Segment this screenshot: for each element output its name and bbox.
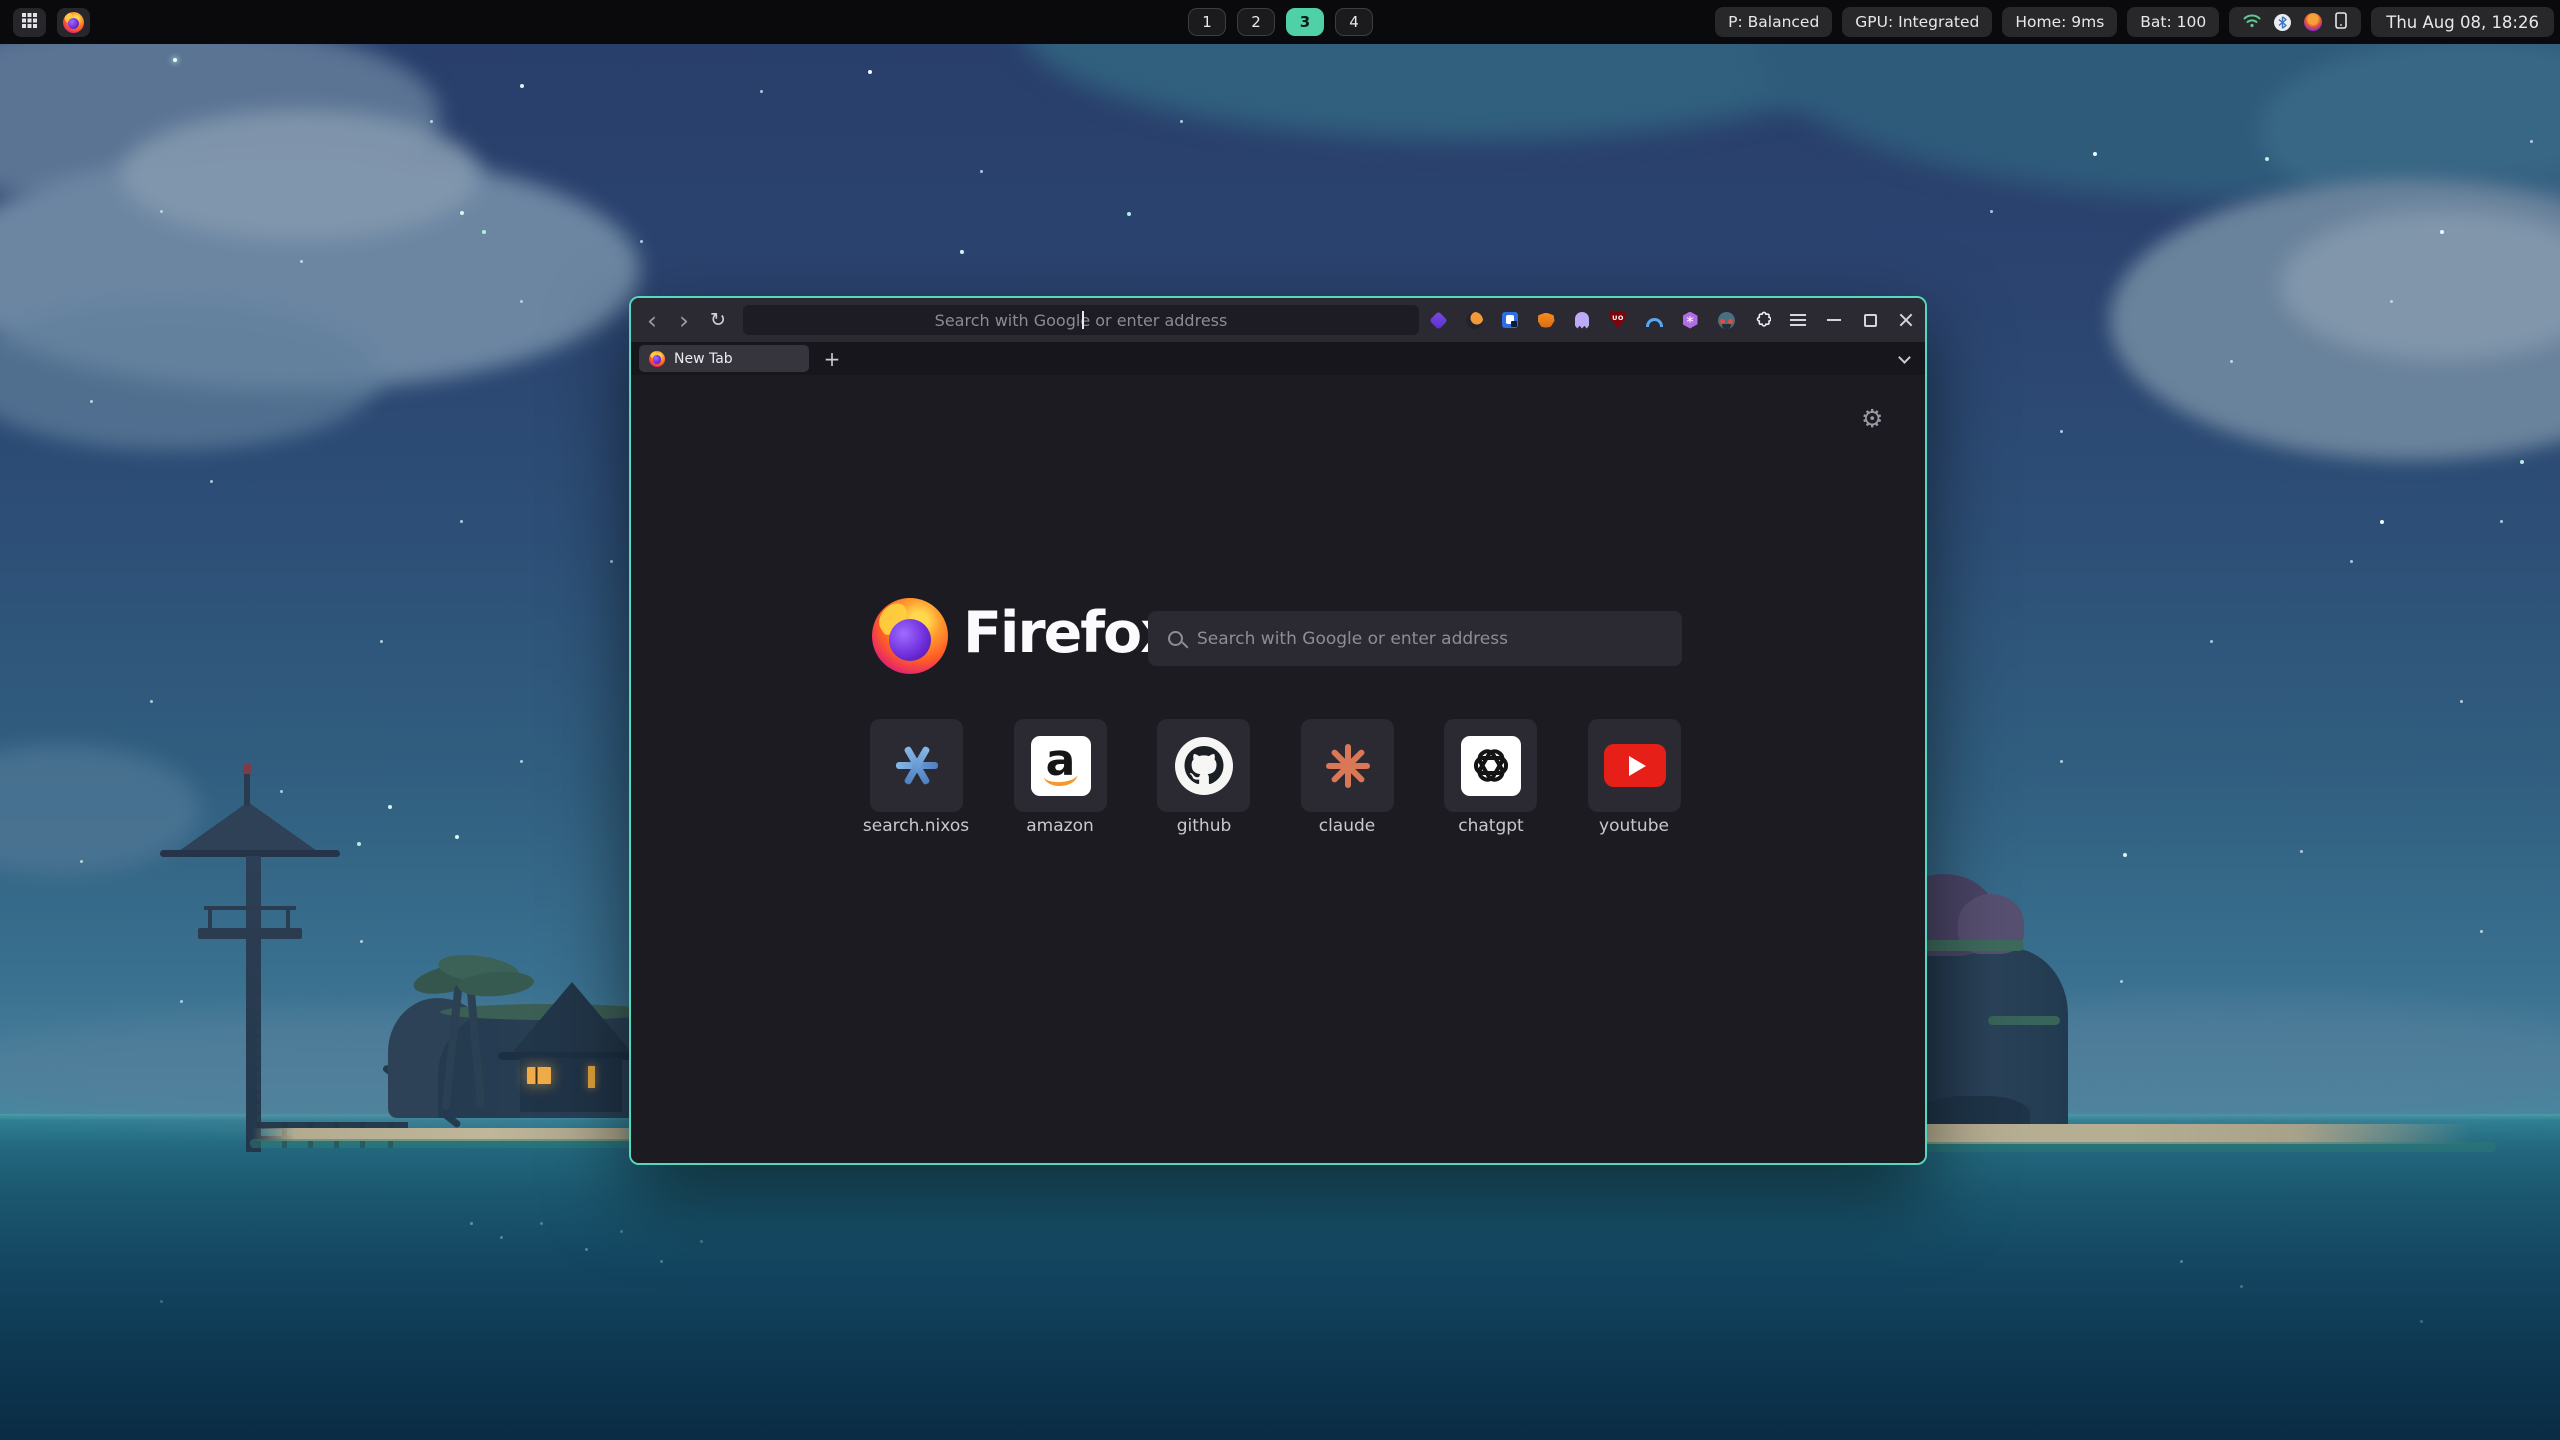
watchtower-ladder bbox=[257, 939, 260, 1145]
forward-button[interactable]: › bbox=[671, 298, 697, 342]
user-agent-extension-icon[interactable] bbox=[1717, 311, 1735, 329]
openai-knot-icon bbox=[1461, 736, 1521, 796]
firefox-icon bbox=[63, 12, 84, 33]
amazon-icon: a bbox=[1031, 736, 1091, 796]
watchtower-rail bbox=[204, 906, 296, 910]
shortcut-tile-chatgpt[interactable] bbox=[1444, 719, 1537, 812]
new-tab-page bbox=[631, 375, 1925, 1163]
bluetooth-icon[interactable] bbox=[2274, 14, 2291, 31]
media-flame-icon[interactable] bbox=[2304, 13, 2322, 31]
minimize-button[interactable] bbox=[1825, 311, 1843, 329]
newtab-search-input[interactable]: Search with Google or enter address bbox=[1148, 611, 1682, 666]
shortcut-tile-claude[interactable] bbox=[1301, 719, 1394, 812]
system-tray bbox=[2229, 7, 2361, 37]
watchtower-finial bbox=[244, 772, 250, 806]
firefox-window: ‹ › ↻ Search with Google or enter addres… bbox=[629, 296, 1927, 1165]
shore-water bbox=[1896, 1142, 2496, 1152]
shortcut-label: search.nixos bbox=[841, 816, 991, 836]
battery-pill[interactable]: Bat: 100 bbox=[2127, 7, 2219, 37]
gem-extension-icon[interactable] bbox=[1429, 311, 1447, 329]
github-octocat-icon bbox=[1175, 737, 1233, 795]
hut-roof bbox=[506, 982, 638, 1060]
ghostery-extension-icon[interactable] bbox=[1573, 311, 1591, 329]
water-sparkles bbox=[470, 1222, 473, 1225]
cloud bbox=[120, 110, 480, 240]
app-grid-icon bbox=[22, 13, 37, 32]
ublock-origin-extension-icon[interactable]: UO bbox=[1609, 311, 1627, 329]
url-bar-placeholder: Search with Google or enter address bbox=[935, 311, 1228, 330]
claude-starburst-icon bbox=[1324, 742, 1372, 790]
list-all-tabs-chevron-icon[interactable] bbox=[1898, 351, 1911, 364]
watchtower-rail-post bbox=[286, 906, 290, 928]
tab-favicon-firefox bbox=[649, 351, 665, 367]
toolbar-buttons: UO * bbox=[1429, 298, 1915, 342]
search-icon bbox=[1168, 631, 1183, 646]
newtab-search-placeholder: Search with Google or enter address bbox=[1197, 629, 1508, 649]
watchtower-roof bbox=[172, 802, 324, 856]
phone-icon[interactable] bbox=[2335, 12, 2347, 33]
shortcut-tile-github[interactable] bbox=[1157, 719, 1250, 812]
password-manager-extension-icon[interactable] bbox=[1501, 311, 1519, 329]
shortcut-label: github bbox=[1129, 816, 1279, 836]
hut-window-glow bbox=[588, 1066, 595, 1088]
cliff-grass-ledge bbox=[1988, 1016, 2060, 1025]
shortcut-label: youtube bbox=[1559, 816, 1709, 836]
tab-title: New Tab bbox=[674, 351, 733, 367]
watchtower-platform bbox=[198, 928, 302, 939]
vpn-extension-icon[interactable] bbox=[1645, 311, 1663, 329]
wifi-icon[interactable] bbox=[2243, 13, 2261, 32]
beach-sand bbox=[1896, 1124, 2471, 1144]
metamask-extension-icon[interactable] bbox=[1537, 311, 1555, 329]
text-caret bbox=[1082, 311, 1084, 329]
workspace-button-3-active[interactable]: 3 bbox=[1286, 8, 1324, 36]
close-button[interactable] bbox=[1897, 311, 1915, 329]
reload-button[interactable]: ↻ bbox=[705, 298, 731, 342]
nixos-snowflake-icon bbox=[893, 742, 941, 790]
extensions-puzzle-icon[interactable] bbox=[1753, 311, 1771, 329]
tab-bar: New Tab + bbox=[631, 342, 1925, 375]
desktop: 1 2 3 4 P: Balanced GPU: Integrated Home… bbox=[0, 0, 2560, 1440]
watchtower-finial-tip bbox=[243, 763, 251, 774]
app-launcher-button[interactable] bbox=[13, 8, 46, 37]
firefox-launcher-button[interactable] bbox=[57, 8, 90, 37]
workspace-switcher: 1 2 3 4 bbox=[1188, 8, 1373, 36]
stars bbox=[430, 120, 433, 123]
firefox-wordmark: Firefox bbox=[963, 600, 1175, 666]
workspace-button-4[interactable]: 4 bbox=[1335, 8, 1373, 36]
ping-pill[interactable]: Home: 9ms bbox=[2002, 7, 2117, 37]
workspace-button-2[interactable]: 2 bbox=[1237, 8, 1275, 36]
maximize-button[interactable] bbox=[1861, 311, 1879, 329]
gpu-mode-pill[interactable]: GPU: Integrated bbox=[1842, 7, 1992, 37]
shortcut-tile-youtube[interactable] bbox=[1588, 719, 1681, 812]
back-button[interactable]: ‹ bbox=[639, 298, 665, 342]
watchtower-rail-post bbox=[208, 906, 212, 928]
dark-reader-extension-icon[interactable] bbox=[1465, 311, 1483, 329]
clock[interactable]: Thu Aug 08, 18:26 bbox=[2371, 7, 2554, 37]
shortcut-label: chatgpt bbox=[1416, 816, 1566, 836]
workspace-button-1[interactable]: 1 bbox=[1188, 8, 1226, 36]
tab-new-tab[interactable]: New Tab bbox=[639, 345, 809, 372]
shortcut-tile-amazon[interactable]: a bbox=[1014, 719, 1107, 812]
status-modules: P: Balanced GPU: Integrated Home: 9ms Ba… bbox=[1715, 7, 2554, 37]
hex-extension-icon[interactable]: * bbox=[1681, 311, 1699, 329]
firefox-logo bbox=[872, 598, 948, 674]
shortcut-label: amazon bbox=[985, 816, 1135, 836]
shortcut-tile-search-nixos[interactable] bbox=[870, 719, 963, 812]
shortcut-label: claude bbox=[1272, 816, 1422, 836]
bright-stars bbox=[173, 58, 177, 62]
url-bar[interactable]: Search with Google or enter address bbox=[743, 305, 1419, 335]
new-tab-button[interactable]: + bbox=[817, 342, 847, 375]
menu-hamburger-icon[interactable] bbox=[1789, 311, 1807, 329]
navigation-toolbar: ‹ › ↻ Search with Google or enter addres… bbox=[631, 298, 1925, 342]
hut-window-glow bbox=[527, 1067, 551, 1084]
personalize-gear-icon[interactable]: ⚙ bbox=[1861, 404, 1883, 433]
youtube-icon bbox=[1604, 744, 1666, 787]
power-profile-pill[interactable]: P: Balanced bbox=[1715, 7, 1832, 37]
status-bar: 1 2 3 4 P: Balanced GPU: Integrated Home… bbox=[0, 0, 2560, 44]
